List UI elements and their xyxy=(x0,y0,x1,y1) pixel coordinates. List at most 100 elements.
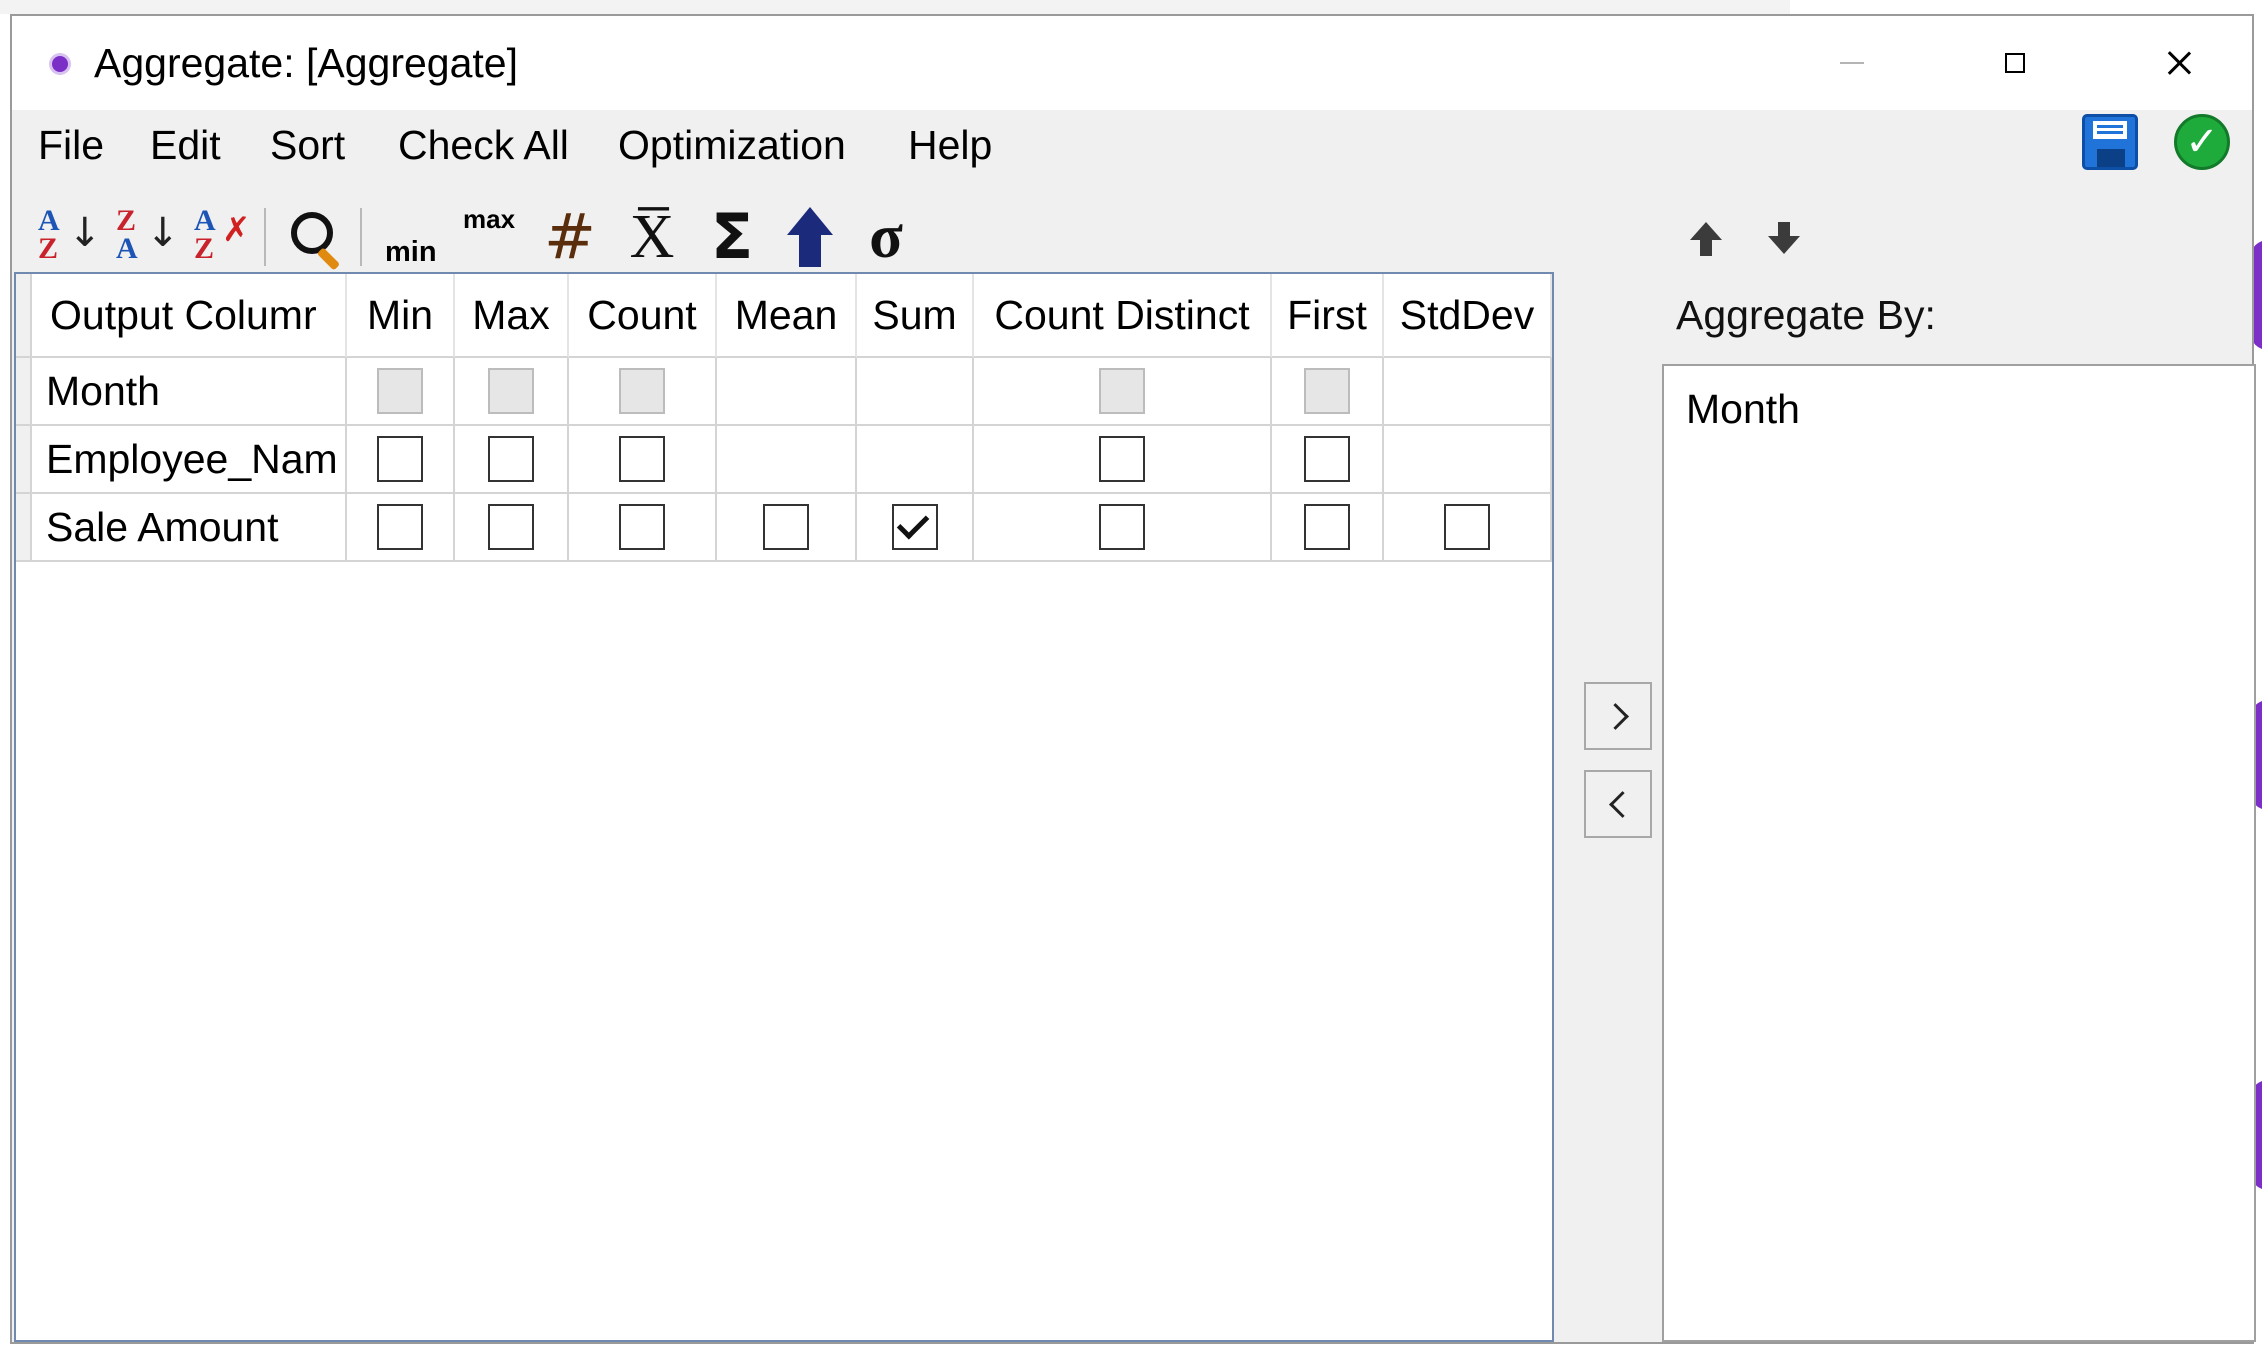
min-checkbox[interactable] xyxy=(377,436,423,482)
menu-edit[interactable]: Edit xyxy=(148,122,223,168)
cell-sum xyxy=(857,494,974,562)
save-icon[interactable] xyxy=(2082,114,2138,170)
cell-count xyxy=(569,426,717,494)
first-arrow-icon xyxy=(787,207,833,267)
maximize-button[interactable] xyxy=(1940,16,2090,110)
row-output-column-name: Sale Amount xyxy=(32,494,347,562)
sort-ascending-button[interactable]: A Z ↓ xyxy=(34,204,102,270)
cell-count-distinct xyxy=(974,494,1272,562)
min-checkbox[interactable] xyxy=(377,504,423,550)
cell-min xyxy=(347,426,455,494)
table-row: Employee_Nam xyxy=(16,426,1552,494)
table-row: Sale Amount xyxy=(16,494,1552,562)
min-max-button[interactable]: min max xyxy=(376,204,526,270)
aggregate-by-label: Aggregate By: xyxy=(1676,292,1936,338)
stddev-button[interactable]: σ xyxy=(854,204,918,270)
arrow-down-icon xyxy=(1768,236,1800,254)
move-up-button[interactable] xyxy=(1686,216,1726,256)
menu-file[interactable]: File xyxy=(36,122,106,168)
sort-descending-icon: Z A ↓ xyxy=(116,204,180,265)
first-checkbox[interactable] xyxy=(1304,504,1350,550)
header-min[interactable]: Min xyxy=(347,274,455,358)
header-count-distinct[interactable]: Count Distinct xyxy=(974,274,1272,358)
move-down-button[interactable] xyxy=(1764,216,1804,256)
count-checkbox[interactable] xyxy=(619,504,665,550)
chevron-right-icon xyxy=(1601,702,1629,730)
search-icon xyxy=(287,208,345,271)
header-max[interactable]: Max xyxy=(455,274,569,358)
header-first[interactable]: First xyxy=(1272,274,1384,358)
cell-first xyxy=(1272,494,1384,562)
sum-button[interactable]: Σ xyxy=(700,204,764,270)
clear-sort-button[interactable]: A Z ✗ xyxy=(190,204,251,270)
background-app xyxy=(0,0,2262,14)
title-bar: Aggregate: [Aggregate] xyxy=(12,16,2252,110)
first-checkbox xyxy=(1304,368,1350,414)
grid-header-row: Output Columr Min Max Count Mean Sum Cou… xyxy=(16,274,1552,358)
close-button[interactable] xyxy=(2104,16,2254,110)
header-mean[interactable]: Mean xyxy=(717,274,857,358)
minimize-icon xyxy=(1840,62,1864,64)
cell-min xyxy=(347,358,455,426)
ok-checkmark-icon[interactable]: ✓ xyxy=(2174,114,2230,170)
sort-descending-button[interactable]: Z A ↓ xyxy=(112,204,180,270)
min-checkbox xyxy=(377,368,423,414)
cell-max xyxy=(455,358,569,426)
count-checkbox[interactable] xyxy=(619,436,665,482)
max-checkbox[interactable] xyxy=(488,504,534,550)
count-distinct-checkbox xyxy=(1099,368,1145,414)
cell-min xyxy=(347,494,455,562)
cell-count xyxy=(569,494,717,562)
cell-first xyxy=(1272,426,1384,494)
header-sum[interactable]: Sum xyxy=(857,274,974,358)
menu-sort[interactable]: Sort xyxy=(268,122,347,168)
menu-help[interactable]: Help xyxy=(906,122,994,168)
header-stddev[interactable]: StdDev xyxy=(1384,274,1552,358)
count-distinct-checkbox[interactable] xyxy=(1099,436,1145,482)
cell-stddev xyxy=(1384,426,1552,494)
clear-sort-icon: A Z ✗ xyxy=(194,204,251,265)
first-checkbox[interactable] xyxy=(1304,436,1350,482)
app-icon xyxy=(52,56,68,72)
aggregate-dialog: Aggregate: [Aggregate] File Edit Sort Ch… xyxy=(10,14,2256,1344)
min-max-icon: min max xyxy=(385,204,516,268)
aggregate-by-item[interactable]: Month xyxy=(1686,386,1800,432)
sort-ascending-icon: A Z ↓ xyxy=(38,204,102,265)
menu-bar: File Edit Sort Check All Optimization He… xyxy=(12,110,2252,180)
aggregation-grid: Output Columr Min Max Count Mean Sum Cou… xyxy=(14,272,1554,1342)
cell-stddev xyxy=(1384,358,1552,426)
close-icon xyxy=(2167,51,2191,75)
mean-button[interactable]: X̅ xyxy=(620,204,684,270)
remove-from-aggregate-by-button[interactable] xyxy=(1584,770,1652,838)
max-checkbox xyxy=(488,368,534,414)
toolbar: A Z ↓ Z A ↓ A Z ✗ min max # X̅ Σ σ xyxy=(12,180,2252,280)
cell-sum xyxy=(857,358,974,426)
cell-count xyxy=(569,358,717,426)
menu-optimization[interactable]: Optimization xyxy=(616,122,848,168)
count-button[interactable]: # xyxy=(540,204,600,270)
window-title: Aggregate: [Aggregate] xyxy=(94,40,518,86)
header-count[interactable]: Count xyxy=(569,274,717,358)
aggregate-by-list[interactable]: Month xyxy=(1662,364,2256,1342)
table-row: Month xyxy=(16,358,1552,426)
search-button[interactable] xyxy=(284,204,348,271)
max-checkbox[interactable] xyxy=(488,436,534,482)
mean-checkbox[interactable] xyxy=(763,504,809,550)
row-output-column-name: Month xyxy=(32,358,347,426)
menu-check-all[interactable]: Check All xyxy=(396,122,571,168)
cell-mean xyxy=(717,358,857,426)
first-button[interactable] xyxy=(778,204,842,270)
header-output-column[interactable]: Output Columr xyxy=(32,274,347,358)
row-output-column-name: Employee_Nam xyxy=(32,426,347,494)
sum-checkbox[interactable] xyxy=(891,504,938,550)
maximize-icon xyxy=(2005,53,2025,73)
minimize-button[interactable] xyxy=(1777,16,1927,110)
cell-stddev xyxy=(1384,494,1552,562)
cell-first xyxy=(1272,358,1384,426)
cell-max xyxy=(455,494,569,562)
add-to-aggregate-by-button[interactable] xyxy=(1584,682,1652,750)
arrow-up-icon xyxy=(1690,222,1722,240)
cell-mean xyxy=(717,426,857,494)
count-distinct-checkbox[interactable] xyxy=(1099,504,1145,550)
stddev-checkbox[interactable] xyxy=(1444,504,1490,550)
